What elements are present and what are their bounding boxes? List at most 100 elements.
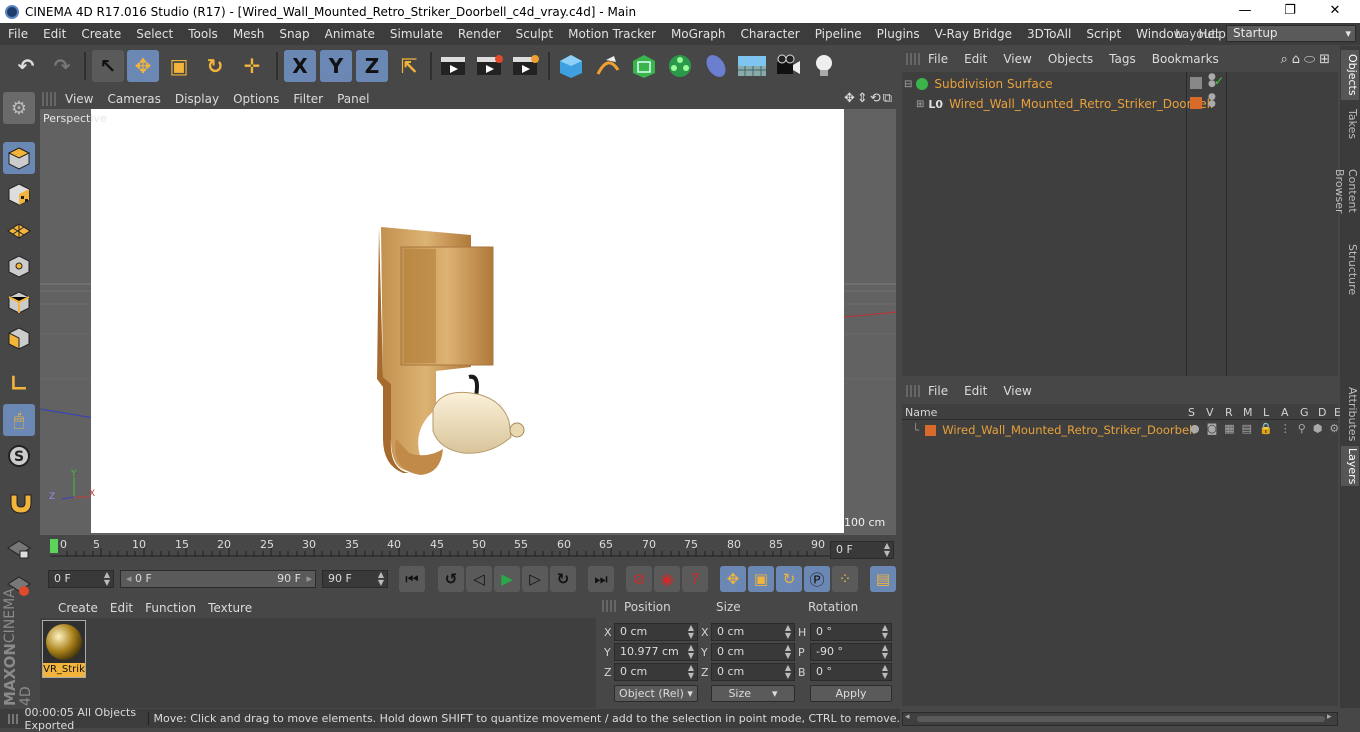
menu-plugins[interactable]: Plugins — [869, 27, 927, 41]
spinner-icon[interactable]: ▲ ▼ — [882, 644, 888, 660]
tab-structure[interactable]: Structure — [1341, 242, 1359, 298]
layer-menu-edit[interactable]: Edit — [956, 384, 995, 398]
scroll-thumb[interactable] — [917, 716, 1325, 722]
rotation-b-field[interactable]: 0 ° ▲ ▼ — [810, 663, 892, 681]
layout-dropdown[interactable]: Startup — [1226, 25, 1356, 42]
spinner-icon[interactable]: ▲ ▼ — [688, 644, 694, 660]
menu-mograph[interactable]: MoGraph — [663, 27, 733, 41]
workplane-icon[interactable] — [3, 214, 35, 246]
layer-horizontal-scrollbar[interactable]: ◂ ▸ — [902, 712, 1338, 726]
material-swatch[interactable]: VR_Strik — [42, 620, 86, 678]
key-scale-icon[interactable]: ▣ — [748, 566, 774, 592]
menu-file[interactable]: File — [0, 27, 35, 41]
subdivision-surface-icon[interactable] — [628, 50, 660, 82]
menu-sculpt[interactable]: Sculpt — [508, 27, 560, 41]
position-z-field[interactable]: 0 cm ▲ ▼ — [614, 663, 698, 681]
viewport-menu-panel[interactable]: Panel — [330, 92, 376, 106]
autokey-icon[interactable]: ◉ — [654, 566, 680, 592]
current-frame-field[interactable]: 0 F ▲ ▼ — [830, 541, 894, 559]
previous-frame-icon[interactable]: ◁ — [466, 566, 492, 592]
rotation-p-field[interactable]: -90 ° ▲ ▼ — [810, 643, 892, 661]
rotate-tool-icon[interactable]: ↻ — [199, 50, 231, 82]
go-to-start-icon[interactable]: ⏮ — [399, 566, 425, 592]
snap-icon[interactable]: S — [3, 440, 35, 472]
live-selection-icon[interactable]: ✛ — [236, 50, 268, 82]
deformer-icon[interactable] — [700, 50, 732, 82]
go-to-end-icon[interactable]: ⏭ — [588, 566, 614, 592]
spinner-icon[interactable]: ▲ ▼ — [688, 624, 694, 640]
menu-motion-tracker[interactable]: Motion Tracker — [560, 27, 663, 41]
menu-pipeline[interactable]: Pipeline — [807, 27, 869, 41]
coordinate-system-icon[interactable]: ⇱ — [393, 50, 425, 82]
make-editable-icon[interactable]: ⚙ — [3, 92, 35, 124]
key-parameter-icon[interactable]: Ⓟ — [804, 566, 830, 592]
enabled-check-icon[interactable]: ✓ — [1214, 74, 1224, 88]
move-tool-icon[interactable]: ✥ — [127, 50, 159, 82]
menu-script[interactable]: Script — [1078, 27, 1128, 41]
play-icon[interactable]: ▶ — [494, 566, 520, 592]
menu-simulate[interactable]: Simulate — [382, 27, 450, 41]
layer-menu-file[interactable]: File — [920, 384, 956, 398]
next-key-icon[interactable]: ↻ — [550, 566, 576, 592]
preview-range-slider[interactable]: ◂ 0 F 90 F ▸ — [120, 570, 316, 588]
material-menu-edit[interactable]: Edit — [106, 601, 141, 615]
spinner-icon[interactable]: ▲ ▼ — [785, 644, 791, 660]
material-name[interactable]: VR_Strik — [43, 663, 85, 677]
close-button[interactable]: ✕ — [1312, 0, 1358, 23]
menu-animate[interactable]: Animate — [317, 27, 382, 41]
menu-mesh[interactable]: Mesh — [225, 27, 272, 41]
tab-objects[interactable]: Objects — [1341, 50, 1359, 100]
key-position-icon[interactable]: ✥ — [720, 566, 746, 592]
scroll-right-icon[interactable]: ▸ — [1327, 712, 1332, 722]
spinner-icon[interactable]: ▲ ▼ — [882, 664, 888, 680]
menu-render[interactable]: Render — [450, 27, 508, 41]
object-name[interactable]: Wired_Wall_Mounted_Retro_Striker_Doorbel… — [949, 97, 1213, 111]
viewport-menu-options[interactable]: Options — [226, 92, 286, 106]
layer-name[interactable]: Wired_Wall_Mounted_Retro_Striker_Doorbel… — [942, 423, 1195, 437]
layer-row[interactable]: └ Wired_Wall_Mounted_Retro_Striker_Doorb… — [912, 422, 1195, 438]
range-right-arrow-icon[interactable]: ▸ — [306, 571, 312, 587]
layer-color-swatch[interactable] — [925, 424, 937, 436]
spinner-icon[interactable]: ▲ ▼ — [884, 542, 890, 558]
menu-select[interactable]: Select — [128, 27, 180, 41]
spinner-icon[interactable]: ▲ ▼ — [378, 571, 384, 587]
tab-layers[interactable]: Layers — [1341, 446, 1359, 486]
redo-icon[interactable]: ↷ — [46, 50, 78, 82]
coordinate-mode-dropdown[interactable]: Object (Rel) ▾ — [614, 685, 698, 702]
magnet-icon[interactable] — [3, 486, 35, 518]
keyframe-selection-icon[interactable]: ? — [682, 566, 708, 592]
material-menu-texture[interactable]: Texture — [204, 601, 260, 615]
object-menu-tags[interactable]: Tags — [1101, 52, 1144, 66]
spinner-icon[interactable]: ▲ ▼ — [785, 624, 791, 640]
menu-create[interactable]: Create — [73, 27, 128, 41]
object-row-subdivision[interactable]: ⊟ Subdivision Surface — [904, 76, 1053, 92]
minimize-button[interactable]: — — [1222, 0, 1268, 23]
scroll-left-icon[interactable]: ◂ — [905, 712, 910, 722]
position-x-field[interactable]: 0 cm ▲ ▼ — [614, 623, 698, 641]
layer-menu-view[interactable]: View — [995, 384, 1039, 398]
undo-icon[interactable]: ↶ — [10, 50, 42, 82]
cube-primitive-icon[interactable] — [555, 50, 587, 82]
texture-mode-icon[interactable] — [3, 178, 35, 210]
spinner-icon[interactable]: ▲ ▼ — [882, 624, 888, 640]
visibility-toggle-icon[interactable] — [1190, 77, 1202, 89]
material-manager-area[interactable]: VR_Strik — [40, 618, 596, 708]
object-manager-panel[interactable]: ⊟ Subdivision Surface ⊞ L0 Wired_Wall_Mo… — [902, 72, 1338, 376]
next-frame-icon[interactable]: ▷ — [522, 566, 548, 592]
size-z-field[interactable]: 0 cm ▲ ▼ — [711, 663, 795, 681]
model-mode-icon[interactable] — [3, 142, 35, 174]
spinner-icon[interactable]: ▲ ▼ — [104, 571, 110, 587]
collapse-icon[interactable]: ⊟ — [904, 79, 912, 90]
menu-character[interactable]: Character — [732, 27, 806, 41]
x-axis-lock-icon[interactable]: X — [284, 50, 316, 82]
points-mode-icon[interactable] — [3, 250, 35, 282]
cloner-icon[interactable] — [664, 50, 696, 82]
object-menu-view[interactable]: View — [995, 52, 1039, 66]
polygons-mode-icon[interactable] — [3, 322, 35, 354]
object-menu-file[interactable]: File — [920, 52, 956, 66]
object-row-doorbell[interactable]: ⊞ L0 Wired_Wall_Mounted_Retro_Striker_Do… — [916, 96, 1213, 112]
object-menu-edit[interactable]: Edit — [956, 52, 995, 66]
3d-viewport[interactable]: Perspective 100 cm Y Z X — [40, 109, 896, 535]
floor-environment-icon[interactable] — [736, 50, 768, 82]
edges-mode-icon[interactable] — [3, 286, 35, 318]
